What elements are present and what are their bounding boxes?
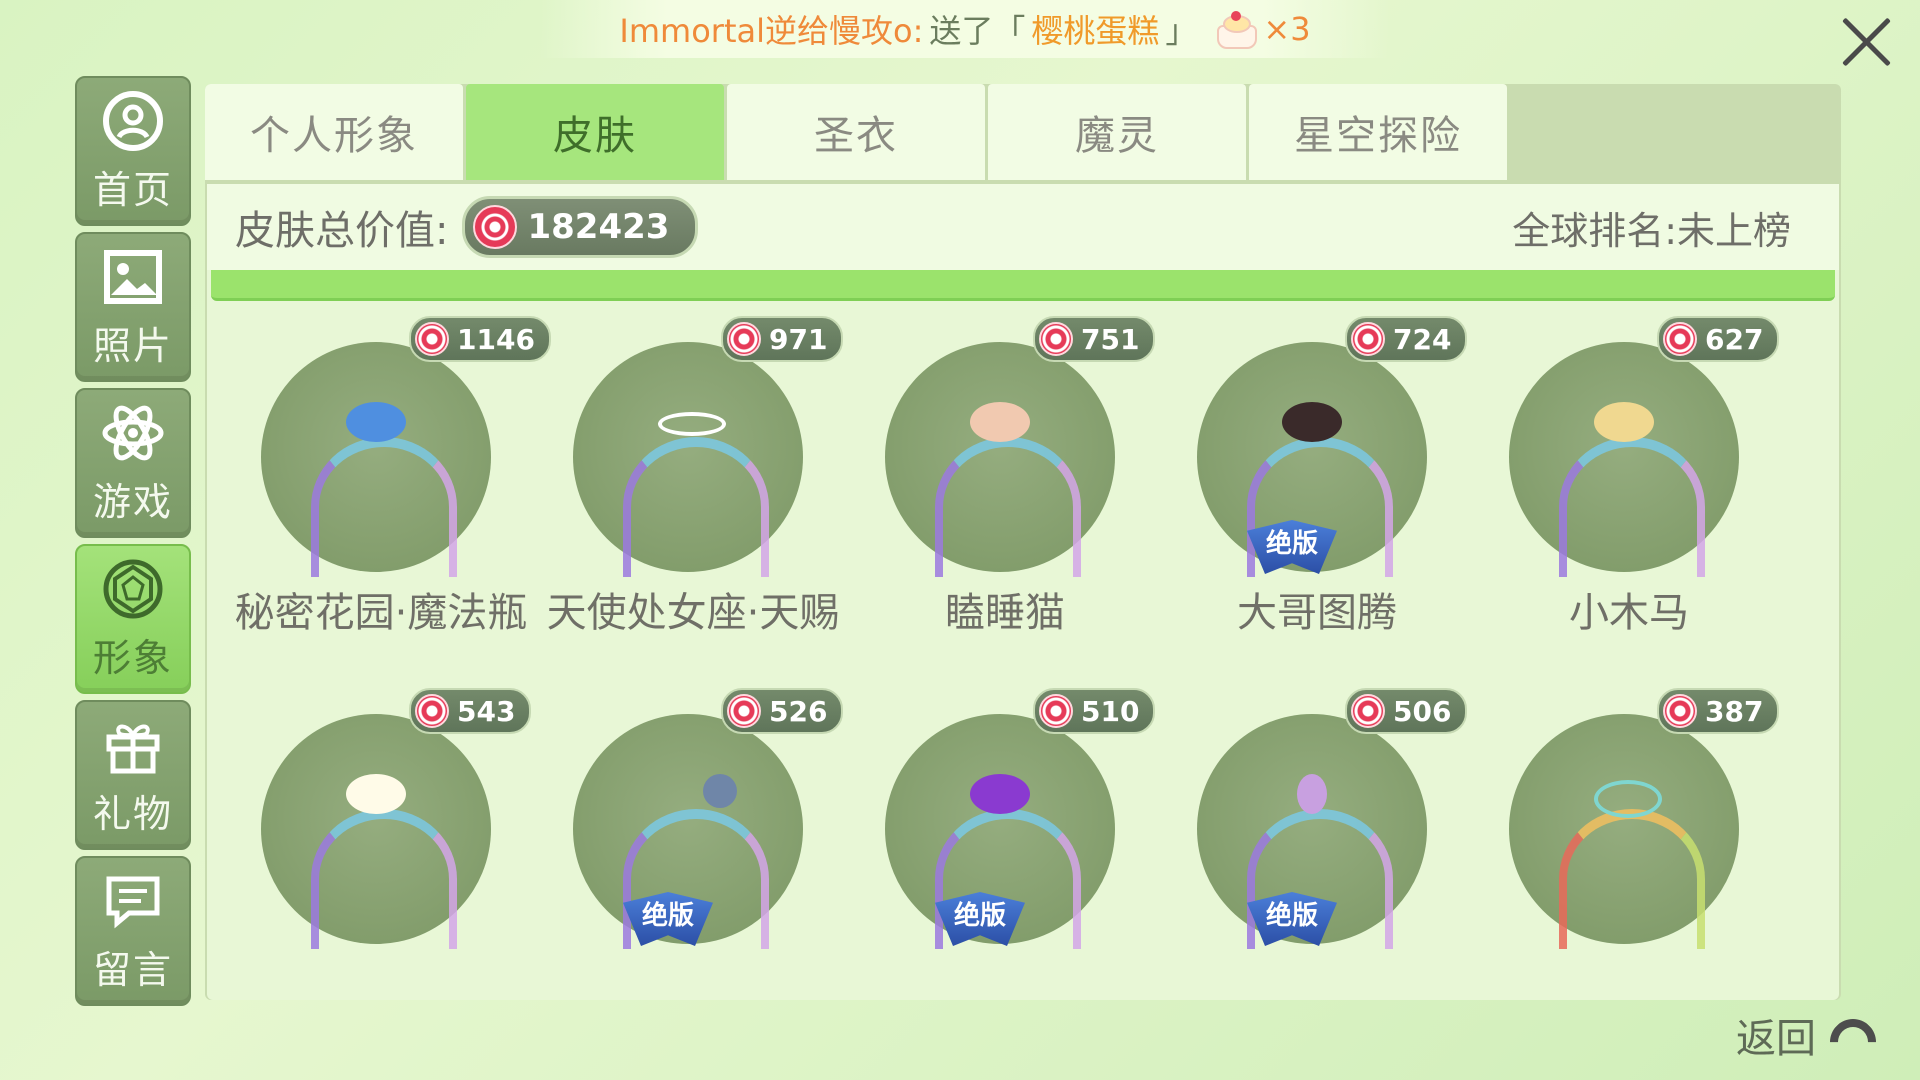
skin-price-value: 751 <box>1081 322 1140 356</box>
skin-thumbnail <box>261 342 491 577</box>
candy-currency-icon <box>1351 322 1385 356</box>
sidebar-item-label: 形象 <box>92 635 173 680</box>
skin-price-value: 510 <box>1081 694 1140 728</box>
atom-icon <box>102 405 164 460</box>
sidebar-item-avatar[interactable]: 形象 <box>75 544 191 694</box>
message-icon <box>106 876 160 928</box>
candy-currency-icon <box>473 205 518 249</box>
skin-price-value: 543 <box>457 694 516 728</box>
candy-currency-icon <box>1351 694 1385 728</box>
sidebar: 首页 照片 游戏 形象 礼物 留言 <box>75 76 191 1012</box>
skin-price: 543 <box>409 688 532 734</box>
skin-price: 1146 <box>409 316 551 362</box>
skin-name: 小木马 <box>1569 590 1689 636</box>
skin-price-value: 387 <box>1705 694 1764 728</box>
sidebar-item-photos[interactable]: 照片 <box>75 232 191 382</box>
skin-card[interactable]: 510 绝版 <box>855 688 1156 1000</box>
skin-thumbnail <box>885 342 1115 577</box>
back-label: 返回 <box>1736 1016 1816 1062</box>
sidebar-item-gifts[interactable]: 礼物 <box>75 700 191 850</box>
sidebar-item-label: 首页 <box>92 167 173 212</box>
candy-currency-icon <box>1663 694 1697 728</box>
banner-message: 送了「 <box>929 12 1026 50</box>
total-value: 182423 <box>527 207 670 247</box>
tab-personal-image[interactable]: 个人形象 <box>205 84 463 180</box>
skin-price: 510 <box>1033 688 1156 734</box>
skin-price-value: 724 <box>1393 322 1452 356</box>
tab-star-adventure[interactable]: 星空探险 <box>1249 84 1507 180</box>
skin-thumbnail <box>573 342 803 577</box>
skin-card[interactable]: 387 <box>1479 688 1780 1000</box>
tab-spirits[interactable]: 魔灵 <box>988 84 1246 180</box>
skin-price: 627 <box>1657 316 1780 362</box>
skin-thumbnail <box>1509 714 1739 949</box>
skin-price-value: 971 <box>769 322 828 356</box>
tab-bar: 个人形象 皮肤 圣衣 魔灵 星空探险 <box>205 84 1510 184</box>
skins-content: 皮肤总价值: 182423 全球排名:未上榜 1146 秘密花园·魔法瓶 971… <box>207 184 1839 1000</box>
sidebar-item-label: 照片 <box>92 323 173 368</box>
skin-name: 天使处女座·天赐 <box>546 590 840 636</box>
cake-icon <box>1213 11 1258 49</box>
gift-announcement-banner: Immortal逆给慢攻o: 送了「 樱桃蛋糕 」 ×3 <box>540 0 1390 58</box>
candy-currency-icon <box>1039 322 1073 356</box>
return-arrow-icon <box>1824 1011 1872 1059</box>
skin-price: 387 <box>1657 688 1780 734</box>
banner-gift-name: 樱桃蛋糕 <box>1031 12 1160 50</box>
banner-sender: Immortal逆给慢攻o: <box>619 12 924 50</box>
skin-card[interactable]: 724 绝版 大哥图腾 <box>1167 316 1468 676</box>
skin-price-value: 627 <box>1705 322 1764 356</box>
skin-thumbnail <box>1509 342 1739 577</box>
candy-currency-icon <box>727 322 761 356</box>
skin-price-value: 1146 <box>457 322 535 356</box>
gift-icon <box>106 724 160 773</box>
candy-currency-icon <box>1039 694 1073 728</box>
sidebar-item-home[interactable]: 首页 <box>75 76 191 226</box>
candy-currency-icon <box>415 322 449 356</box>
banner-message-end: 」 <box>1165 12 1198 50</box>
sidebar-item-games[interactable]: 游戏 <box>75 388 191 538</box>
skin-card[interactable]: 543 <box>231 688 532 1000</box>
total-value-label: 皮肤总价值: <box>235 208 449 254</box>
skin-price-value: 506 <box>1393 694 1452 728</box>
skin-price: 724 <box>1345 316 1468 362</box>
banner-gift-count: ×3 <box>1263 10 1311 48</box>
sidebar-item-label: 留言 <box>92 947 173 992</box>
skin-name: 瞌睡猫 <box>945 590 1065 636</box>
skin-card[interactable]: 751 瞌睡猫 <box>855 316 1156 676</box>
total-value-badge: 182423 <box>462 196 699 258</box>
skin-price-value: 526 <box>769 694 828 728</box>
candy-currency-icon <box>415 694 449 728</box>
skin-card[interactable]: 971 天使处女座·天赐 <box>543 316 844 676</box>
global-rank: 全球排名:未上榜 <box>1512 208 1791 253</box>
skin-price: 506 <box>1345 688 1468 734</box>
skin-price: 971 <box>721 316 844 362</box>
photo-icon <box>104 249 162 304</box>
skin-name: 秘密花园·魔法瓶 <box>234 590 528 636</box>
back-button[interactable]: 返回 <box>1736 1006 1872 1064</box>
home-icon <box>103 90 163 151</box>
skin-summary: 皮肤总价值: 182423 全球排名:未上榜 <box>207 184 1839 270</box>
sidebar-item-label: 游戏 <box>92 479 173 524</box>
close-icon[interactable] <box>1838 14 1894 70</box>
tab-holy-armor[interactable]: 圣衣 <box>727 84 985 180</box>
tab-skins[interactable]: 皮肤 <box>466 84 724 180</box>
skin-card[interactable]: 506 绝版 <box>1167 688 1468 1000</box>
skin-price: 751 <box>1033 316 1156 362</box>
main-panel: 个人形象 皮肤 圣衣 魔灵 星空探险 皮肤总价值: 182423 全球排名:未上… <box>205 84 1841 1000</box>
sidebar-item-label: 礼物 <box>92 791 173 836</box>
skin-card[interactable]: 526 绝版 <box>543 688 844 1000</box>
candy-currency-icon <box>727 694 761 728</box>
skin-thumbnail <box>261 714 491 949</box>
gem-icon <box>103 559 163 618</box>
skin-card[interactable]: 627 小木马 <box>1479 316 1780 676</box>
section-divider <box>211 270 1835 301</box>
sidebar-item-messages[interactable]: 留言 <box>75 856 191 1006</box>
skin-price: 526 <box>721 688 844 734</box>
candy-currency-icon <box>1663 322 1697 356</box>
skin-card[interactable]: 1146 秘密花园·魔法瓶 <box>231 316 551 676</box>
skin-name: 大哥图腾 <box>1237 590 1397 636</box>
